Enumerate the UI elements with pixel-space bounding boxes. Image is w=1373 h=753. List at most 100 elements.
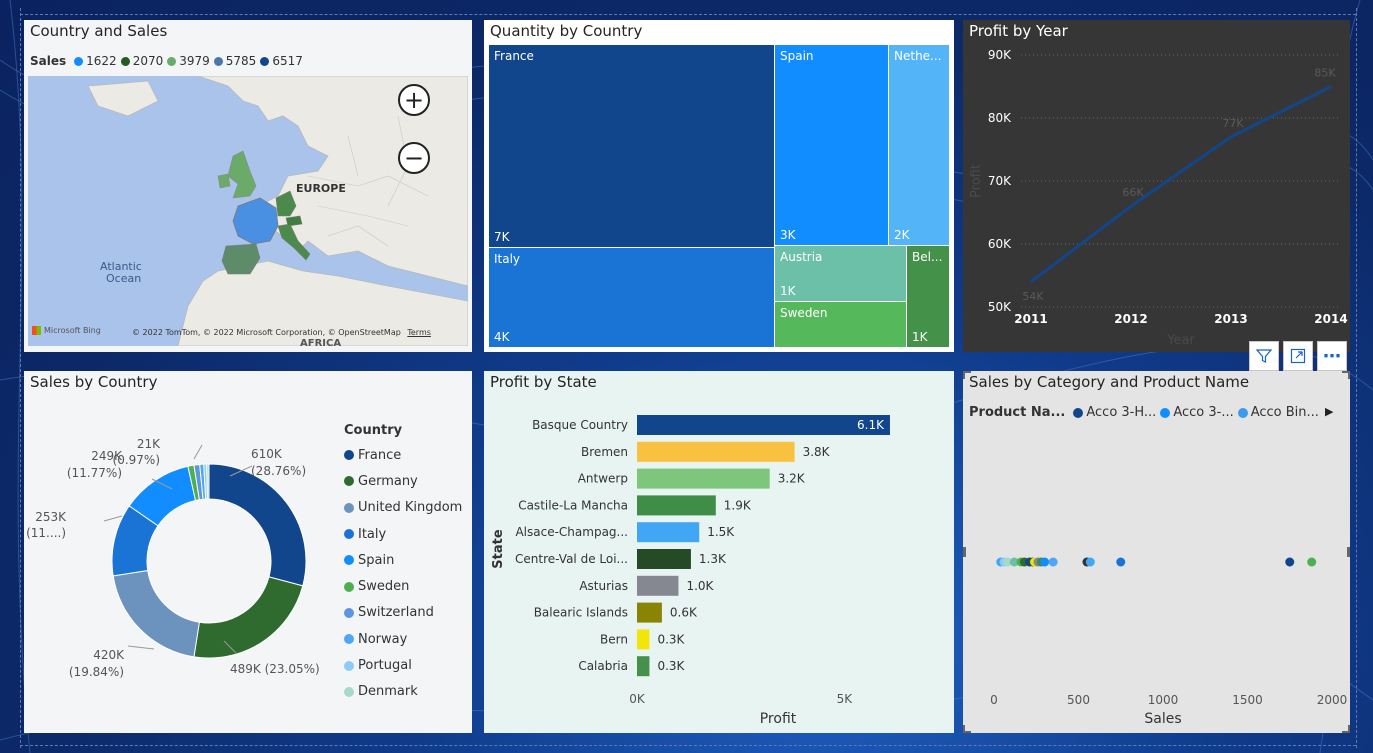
treemap-tile-france[interactable]: France 7K: [489, 45, 774, 247]
leader-line: [127, 645, 155, 650]
tile-label: Italy: [494, 252, 521, 266]
data-label: 85K: [1314, 67, 1336, 80]
zoom-out-button[interactable]: −: [398, 142, 430, 174]
scatter-legend: Product Na... Acco 3-H... Acco 3-... Acc…: [969, 405, 1323, 420]
data-label: 253K: [35, 510, 67, 524]
scatter-chart: 0 500 1000 1500 2000 Sales: [990, 557, 1348, 727]
legend-marker-icon: [1237, 407, 1248, 418]
treemap-tile-belgium[interactable]: Bel... 1K: [907, 246, 949, 347]
quantity-treemap-visual[interactable]: Quantity by Country France 7K Spain 3K N…: [484, 20, 954, 352]
category-label: Antwerp: [578, 472, 628, 486]
sales-by-category-visual[interactable]: Sales by Category and Product Name Produ…: [963, 371, 1350, 733]
treemap-tile-austria[interactable]: Austria 1K: [775, 246, 906, 301]
legend-label: 2070: [132, 54, 164, 68]
legend-label: Denmark: [358, 684, 418, 700]
tile-label: Sweden: [780, 306, 828, 320]
map-legend: Sales 1622 2070 3979 5785 6517: [30, 54, 307, 68]
legend-item-switzerland[interactable]: Switzerland: [344, 600, 462, 626]
terms-link[interactable]: Terms: [407, 328, 431, 337]
data-label: 0.3K: [657, 659, 685, 673]
data-label: 1.9K: [724, 498, 752, 512]
legend-item-germany[interactable]: Germany: [344, 468, 462, 494]
bar: [637, 549, 691, 569]
sales-by-country-visual[interactable]: Sales by Country 610K (28.76%) 489K (23.05…: [24, 371, 472, 733]
donut-legend: Country France Germany United Kingdom It…: [344, 423, 462, 705]
data-label: 77K: [1222, 117, 1244, 130]
legend-marker-icon: [1160, 407, 1171, 418]
legend-item-spain[interactable]: Spain: [344, 547, 462, 573]
country-shape-france[interactable]: [232, 197, 279, 245]
legend-next-icon[interactable]: ▶: [1325, 405, 1333, 418]
category-label: Basque Country: [532, 418, 628, 432]
legend-marker-icon: [344, 581, 354, 592]
legend-marker-icon: [213, 56, 223, 66]
legend-title: Sales: [30, 54, 67, 68]
legend-label: Acco Bin...: [1250, 405, 1319, 420]
profit-by-year-visual[interactable]: Profit by Year 50K 60K 70K 80K 90K 2011 2012 20…: [963, 20, 1350, 352]
resize-handle[interactable]: [1348, 725, 1350, 733]
more-options-icon[interactable]: ⋯: [1317, 341, 1347, 371]
tile-value: 3K: [780, 228, 796, 242]
bar: [637, 522, 700, 543]
legend-item-portugal[interactable]: Portugal: [344, 652, 462, 678]
country-shape-uk[interactable]: [227, 150, 257, 199]
data-label: 420K: [93, 648, 125, 662]
resize-handle[interactable]: [963, 371, 965, 379]
legend-item[interactable]: 6517: [260, 54, 303, 68]
treemap-tile-italy[interactable]: Italy 4K: [489, 248, 774, 347]
x-tick-label: 2011: [1014, 312, 1047, 326]
legend-marker-icon: [344, 450, 354, 461]
x-tick-label: 2014: [1314, 312, 1347, 326]
legend-label: Portugal: [358, 658, 412, 674]
x-tick-label: 2000: [1317, 693, 1348, 707]
visual-title: Country and Sales: [30, 22, 168, 40]
legend-item[interactable]: Acco Bin...: [1237, 405, 1319, 420]
legend-item-denmark[interactable]: Denmark: [344, 679, 462, 705]
resize-handle[interactable]: [963, 547, 966, 557]
treemap-tile-sweden[interactable]: Sweden: [775, 302, 906, 347]
legend-item-uk[interactable]: United Kingdom: [344, 495, 462, 521]
data-point: [1048, 557, 1058, 567]
map-label-ocean: Ocean: [106, 272, 142, 285]
legend-item-sweden[interactable]: Sweden: [344, 573, 462, 599]
focus-mode-icon[interactable]: [1283, 341, 1313, 371]
resize-handle[interactable]: [1347, 547, 1350, 557]
legend-label: 1622: [86, 54, 117, 68]
country-sales-map-visual[interactable]: Country and Sales Sales 1622 2070 3979 5…: [24, 20, 472, 352]
legend-marker-icon: [344, 476, 354, 487]
filter-icon[interactable]: [1249, 341, 1279, 371]
profit-by-state-visual[interactable]: Profit by State Basque Country 6.1K Bremen…: [484, 371, 954, 733]
data-label: 6.1K: [857, 418, 885, 432]
data-label: 1.3K: [699, 552, 727, 566]
data-label: 66K: [1122, 186, 1144, 199]
europe-map-shapes: [87, 76, 468, 346]
legend-item[interactable]: Acco 3-H...: [1073, 405, 1156, 420]
category-label: Calabria: [578, 659, 628, 673]
tile-label: Austria: [780, 250, 823, 264]
legend-item-italy[interactable]: Italy: [344, 521, 462, 547]
x-axis-title: Year: [1166, 333, 1195, 348]
resize-handle[interactable]: [963, 725, 965, 733]
bar: [637, 602, 662, 623]
treemap-tile-netherlands[interactable]: Nethe... 2K: [889, 45, 949, 245]
legend-item[interactable]: 3979: [167, 54, 210, 68]
tile-label: Nethe...: [894, 49, 942, 63]
map-canvas[interactable]: EUROPE Atlantic Ocean AFRICA + − Microso…: [28, 76, 468, 346]
legend-item[interactable]: 2070: [120, 54, 164, 68]
legend-label: Acco 3-...: [1173, 405, 1234, 420]
treemap-tile-spain[interactable]: Spain 3K: [775, 45, 888, 245]
legend-item[interactable]: 1622: [74, 54, 117, 68]
zoom-in-button[interactable]: +: [398, 84, 430, 116]
bing-logo: Microsoft Bing: [32, 326, 101, 335]
legend-label: Spain: [358, 552, 395, 568]
legend-item[interactable]: 5785: [213, 54, 256, 68]
tile-value: 7K: [494, 230, 510, 244]
legend-item[interactable]: Acco 3-...: [1160, 405, 1234, 420]
legend-item-norway[interactable]: Norway: [344, 626, 462, 652]
category-label: Asturias: [579, 579, 628, 593]
legend-item-france[interactable]: France: [344, 442, 462, 468]
line-chart: 50K 60K 70K 80K 90K 2011 2012 2013 2014 54K 66K 77K…: [969, 48, 1348, 348]
tile-value: 1K: [780, 284, 796, 298]
resize-handle[interactable]: [1348, 371, 1350, 379]
visual-header: ⋯: [1249, 341, 1347, 371]
